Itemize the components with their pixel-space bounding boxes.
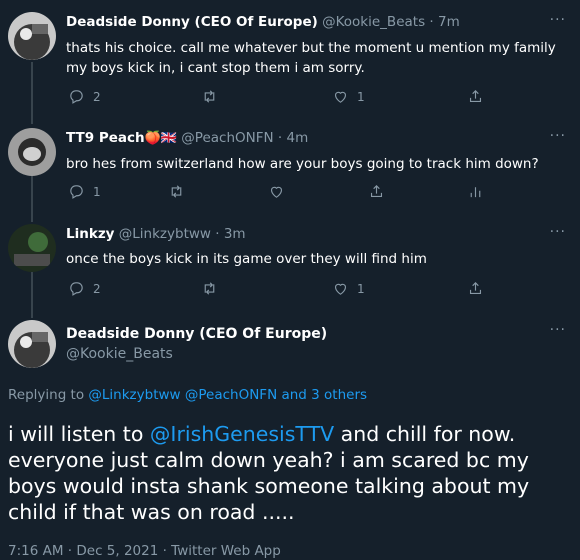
reply-button[interactable]: 1	[68, 183, 101, 200]
avatar[interactable]	[8, 128, 56, 176]
share-icon	[469, 282, 482, 295]
timestamp[interactable]: 7m	[438, 14, 460, 30]
more-options-icon[interactable]: ···	[550, 224, 566, 240]
author-name[interactable]: Linkzy	[66, 226, 114, 242]
action-bar: 1	[62, 183, 540, 201]
like-button[interactable]	[268, 183, 285, 200]
retweet-button[interactable]	[201, 88, 218, 105]
like-icon	[334, 91, 347, 103]
replying-prefix: Replying to	[8, 387, 89, 403]
author-handle[interactable]: @PeachONFN	[181, 130, 273, 146]
tweet-text: thats his choice. call me whatever but t…	[66, 40, 556, 76]
avatar[interactable]	[8, 320, 56, 368]
author-name[interactable]: TT9 Peach	[66, 130, 145, 146]
reply-count: 2	[93, 281, 101, 296]
avatar[interactable]	[8, 12, 56, 60]
retweet-button[interactable]	[168, 183, 185, 200]
tweet-text: bro hes from switzerland how are your bo…	[66, 156, 539, 172]
text-before: i will listen to	[8, 422, 150, 446]
share-button[interactable]	[467, 88, 484, 105]
avatar[interactable]	[8, 224, 56, 272]
thread-line	[31, 176, 33, 222]
action-bar: 2 1	[62, 88, 540, 106]
reply-count: 1	[93, 184, 101, 199]
reply-icon	[70, 185, 83, 199]
tweet-footer[interactable]: 7:16 AM · Dec 5, 2021 · Twitter Web App	[8, 543, 281, 559]
author-name[interactable]: Deadside Donny (CEO Of Europe)	[66, 326, 327, 342]
mention-link[interactable]: @IrishGenesisTTV	[150, 422, 334, 446]
like-button[interactable]: 1	[332, 88, 365, 105]
analytics-icon	[470, 187, 481, 198]
thread-line	[31, 272, 33, 318]
separator: ·	[277, 130, 283, 146]
name-emoji: 🍑🇬🇧	[144, 131, 177, 146]
reply-button[interactable]: 2	[68, 88, 101, 105]
like-count: 1	[357, 89, 365, 104]
retweet-icon	[171, 185, 182, 198]
author-handle[interactable]: @Kookie_Beats	[66, 346, 173, 362]
more-options-icon[interactable]: ···	[550, 12, 566, 28]
author-handle[interactable]: @Linkzybtww	[119, 226, 211, 242]
replying-links[interactable]: @Linkzybtww @PeachONFN and 3 others	[88, 387, 367, 403]
author-handle[interactable]: @Kookie_Beats	[322, 14, 425, 30]
reply-button[interactable]: 2	[68, 280, 101, 297]
retweet-icon	[204, 282, 215, 295]
like-button[interactable]: 1	[332, 280, 365, 297]
share-button[interactable]	[368, 183, 385, 200]
separator: ·	[215, 226, 220, 242]
share-button[interactable]	[467, 280, 484, 297]
reply-icon	[70, 282, 83, 296]
like-count: 1	[357, 281, 365, 296]
retweet-icon	[204, 90, 215, 103]
timestamp[interactable]: 4m	[286, 130, 308, 146]
separator: ·	[429, 14, 434, 30]
tweet-text: once the boys kick in its game over they…	[66, 251, 427, 267]
timestamp[interactable]: 3m	[224, 226, 246, 242]
author-name[interactable]: Deadside Donny (CEO Of Europe)	[66, 14, 318, 30]
share-icon	[469, 90, 482, 103]
tweet-text: i will listen to @IrishGenesisTTV and ch…	[8, 421, 566, 525]
replying-to: Replying to @Linkzybtww @PeachONFN and 3…	[8, 387, 367, 403]
reply-icon	[70, 90, 83, 104]
retweet-button[interactable]	[201, 280, 218, 297]
action-bar: 2 1	[62, 280, 540, 298]
more-options-icon[interactable]: ···	[550, 128, 566, 144]
reply-count: 2	[93, 89, 101, 104]
thread-line	[31, 62, 33, 124]
more-options-icon[interactable]: ···	[550, 322, 566, 338]
like-icon	[270, 186, 283, 198]
like-icon	[334, 283, 347, 295]
share-icon	[370, 185, 383, 198]
analytics-button[interactable]	[467, 183, 484, 200]
